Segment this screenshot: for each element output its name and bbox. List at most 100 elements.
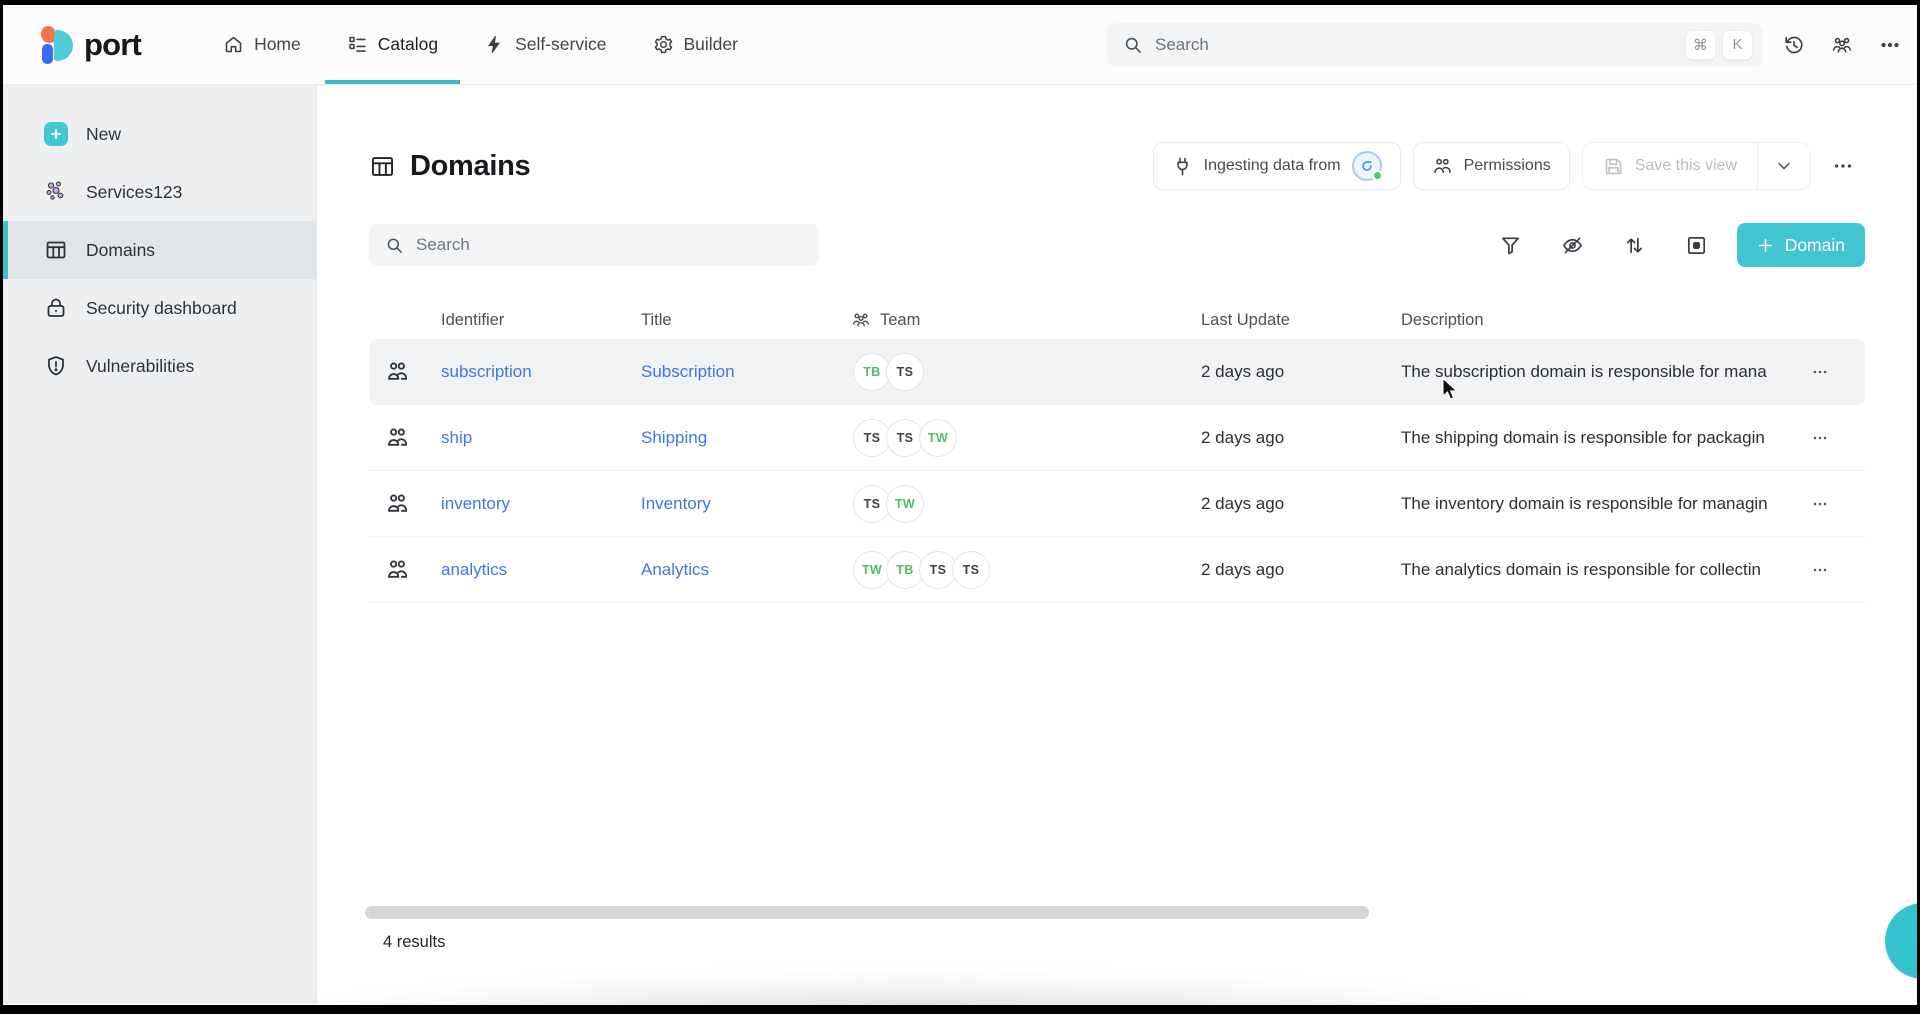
table-row-ship[interactable]: ship Shipping TSTSTW 2 days ago The ship… [369, 405, 1865, 471]
table-tools [1497, 231, 1711, 259]
identifier-link[interactable]: ship [425, 428, 625, 448]
add-domain-button[interactable]: Domain [1737, 223, 1865, 267]
sidebar-item-services123-label: Services123 [86, 182, 182, 203]
funnel-icon [1499, 234, 1522, 257]
sidebar-item-new[interactable]: New [3, 105, 316, 163]
search-icon [1123, 35, 1143, 55]
global-search[interactable]: ⌘ K [1107, 23, 1763, 67]
description-value: The analytics domain is responsible for … [1385, 560, 1775, 580]
team-badge[interactable]: TS [952, 551, 990, 589]
history-button[interactable] [1777, 28, 1811, 62]
ingesting-data-button[interactable]: Ingesting data from [1153, 142, 1401, 190]
page-more-options-button[interactable] [1823, 146, 1863, 186]
hide-columns-button[interactable] [1559, 231, 1587, 259]
plus-icon [1757, 237, 1774, 254]
ellipsis-icon [1879, 34, 1901, 56]
sort-arrows-icon [1623, 234, 1646, 257]
save-view-dropdown-button[interactable] [1758, 143, 1810, 189]
title-link[interactable]: Subscription [625, 362, 837, 382]
ellipsis-icon [1810, 560, 1830, 580]
row-actions-button[interactable] [1803, 489, 1837, 519]
last-update-value: 2 days ago [1185, 428, 1385, 448]
organization-button[interactable] [1825, 28, 1859, 62]
sidebar-item-services123[interactable]: Services123 [3, 163, 316, 221]
ingesting-data-label: Ingesting data from [1204, 157, 1341, 175]
last-update-value: 2 days ago [1185, 362, 1385, 382]
sidebar-item-domains[interactable]: Domains [3, 221, 316, 279]
save-icon [1603, 156, 1624, 177]
table-row-inventory[interactable]: inventory Inventory TSTW 2 days ago The … [369, 471, 1865, 537]
nav-self-service-label: Self-service [515, 34, 606, 55]
permissions-button[interactable]: Permissions [1413, 142, 1570, 190]
page-title: Domains [410, 150, 530, 183]
title-link[interactable]: Analytics [625, 560, 837, 580]
plug-icon [1172, 156, 1193, 177]
table-row-analytics[interactable]: analytics Analytics TWTBTSTS 2 days ago … [369, 537, 1865, 603]
column-header-description: Description [1385, 311, 1775, 330]
title-link[interactable]: Inventory [625, 494, 837, 514]
horizontal-scrollbar[interactable] [365, 906, 1369, 919]
domain-group-icon [385, 491, 410, 516]
description-value: The shipping domain is responsible for p… [1385, 428, 1775, 448]
group-by-button[interactable] [1683, 231, 1711, 259]
results-count: 4 results [383, 933, 445, 952]
sidebar-item-vulnerabilities-label: Vulnerabilities [86, 356, 194, 377]
search-icon [385, 236, 404, 255]
port-logo[interactable]: port [39, 24, 141, 66]
table-search-input[interactable] [416, 235, 803, 255]
row-actions-button[interactable] [1803, 423, 1837, 453]
filter-button[interactable] [1497, 231, 1525, 259]
top-navigation-bar: port Home Catalog Self-service Builder [3, 5, 1917, 85]
save-this-view-label: Save this view [1635, 157, 1737, 175]
sidebar-item-security-dashboard[interactable]: Security dashboard [3, 279, 316, 337]
catalog-sidebar: New Services123 Domains Security dashboa… [3, 85, 317, 1004]
row-actions-button[interactable] [1803, 555, 1837, 585]
k-key-badge: K [1722, 30, 1753, 60]
shield-alert-icon [44, 354, 68, 378]
global-search-input[interactable] [1155, 35, 1679, 55]
nav-self-service[interactable]: Self-service [484, 5, 606, 84]
sidebar-item-vulnerabilities[interactable]: Vulnerabilities [3, 337, 316, 395]
chevron-down-icon [1775, 157, 1793, 175]
save-view-button-group: Save this view [1582, 142, 1811, 190]
description-value: The subscription domain is responsible f… [1385, 362, 1775, 382]
ellipsis-icon [1810, 362, 1830, 382]
home-icon [223, 34, 244, 55]
identifier-link[interactable]: analytics [425, 560, 625, 580]
row-actions-button[interactable] [1803, 357, 1837, 387]
cmd-key-badge: ⌘ [1685, 30, 1716, 60]
sidebar-item-new-label: New [86, 124, 121, 145]
team-badge[interactable]: TS [886, 353, 924, 391]
lightning-icon [484, 34, 505, 55]
nav-catalog[interactable]: Catalog [347, 5, 438, 84]
more-options-button[interactable] [1873, 28, 1907, 62]
plus-icon [44, 122, 68, 146]
save-this-view-button[interactable]: Save this view [1583, 143, 1757, 189]
group-by-icon [1685, 234, 1708, 257]
team-badges: TWTBTSTS [837, 551, 1185, 589]
domains-page: Domains Ingesting data from Permissions [317, 85, 1917, 1004]
table-row-subscription[interactable]: subscription Subscription TBTS 2 days ag… [369, 339, 1865, 405]
ellipsis-icon [1810, 428, 1830, 448]
nav-builder[interactable]: Builder [653, 5, 738, 84]
screenshot-frame: port Home Catalog Self-service Builder [0, 0, 1920, 1014]
eye-slash-icon [1561, 234, 1584, 257]
identifier-link[interactable]: subscription [425, 362, 625, 382]
nav-catalog-label: Catalog [378, 34, 438, 55]
app-window: port Home Catalog Self-service Builder [3, 5, 1917, 1005]
nav-home[interactable]: Home [223, 5, 301, 84]
title-link[interactable]: Shipping [625, 428, 837, 448]
page-title-group: Domains [369, 150, 530, 183]
sort-button[interactable] [1621, 231, 1649, 259]
top-right-icons [1777, 28, 1907, 62]
table-icon [369, 153, 396, 180]
ellipsis-icon [1832, 155, 1854, 177]
team-badge[interactable]: TW [886, 485, 924, 523]
table-icon [44, 238, 68, 262]
sidebar-item-security-dashboard-label: Security dashboard [86, 298, 237, 319]
port-logo-text: port [84, 27, 141, 63]
table-search[interactable] [369, 224, 819, 266]
identifier-link[interactable]: inventory [425, 494, 625, 514]
nav-home-label: Home [254, 34, 301, 55]
team-badge[interactable]: TW [919, 419, 957, 457]
